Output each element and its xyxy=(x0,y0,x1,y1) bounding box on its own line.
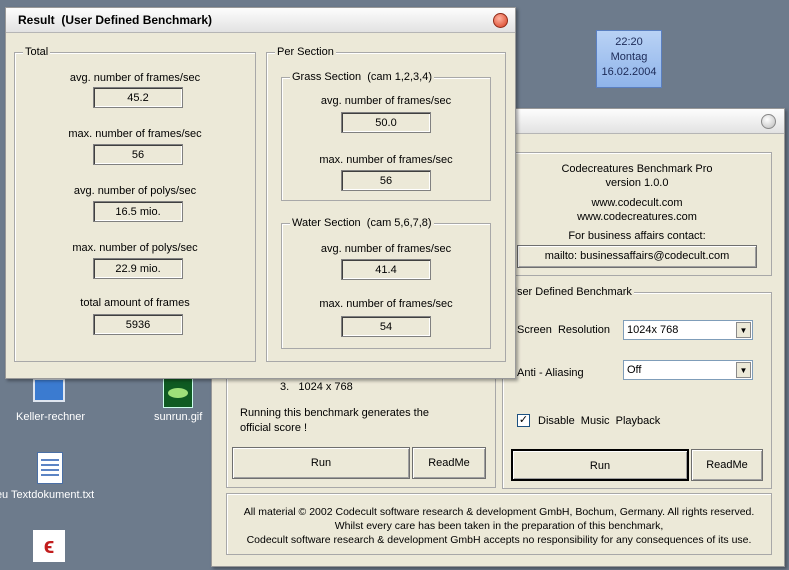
desktop-icon-gif[interactable] xyxy=(163,378,193,408)
screen-resolution-value: 1024x 768 xyxy=(627,324,679,336)
screen-resolution-label: Screen Resolution xyxy=(517,324,610,336)
clock-day: Montag xyxy=(610,51,648,63)
stat-value: 50.0 xyxy=(341,112,431,133)
screen-resolution-select[interactable]: 1024x 768 ▼ xyxy=(623,320,753,340)
desktop-icon-label[interactable]: Keller-rechner xyxy=(16,411,85,423)
stat-label: avg. number of frames/sec xyxy=(320,243,452,255)
url-codecult: www.codecult.com xyxy=(591,197,683,209)
desktop-icon-label[interactable]: Neu Textdokument.txt xyxy=(0,489,94,501)
user-defined-legend: User Defined Benchmark xyxy=(507,286,634,299)
anti-aliasing-select[interactable]: Off ▼ xyxy=(623,360,753,380)
disable-music-label[interactable]: Disable Music Playback xyxy=(538,415,660,427)
resolution-list-item: 3. 1024 x 768 xyxy=(280,381,353,393)
user-defined-group: User Defined Benchmark Screen Resolution… xyxy=(502,286,772,489)
disclaimer-line-2: Codecult software research & development… xyxy=(246,534,752,546)
clock-widget: 22:20 Montag 16.02.2004 xyxy=(596,30,662,88)
stat-label: avg. number of frames/sec xyxy=(320,95,452,107)
anti-aliasing-value: Off xyxy=(627,364,642,376)
window-title: Result (User Defined Benchmark) xyxy=(18,13,213,27)
close-icon[interactable] xyxy=(493,13,508,28)
grass-section-group: Grass Section (cam 1,2,3,4) avg. number … xyxy=(281,71,491,201)
stat-label: max. number of frames/sec xyxy=(319,298,453,310)
standard-benchmark-group: 3. 1024 x 768 Running this benchmark gen… xyxy=(226,378,496,488)
stat-value: 56 xyxy=(93,144,183,165)
stat-label: max. number of polys/sec xyxy=(72,242,198,254)
product-name: Codecreatures Benchmark Pro xyxy=(561,163,713,175)
chevron-down-icon[interactable]: ▼ xyxy=(736,322,751,338)
stat-value: 54 xyxy=(341,316,431,337)
stat-value: 56 xyxy=(341,170,431,191)
stat-label: max. number of frames/sec xyxy=(319,154,453,166)
stat-value: 5936 xyxy=(93,314,183,335)
anti-aliasing-label: Anti - Aliasing xyxy=(517,367,584,379)
copyright-text: All material © 2002 Codecult software re… xyxy=(243,506,755,518)
stat-value: 22.9 mio. xyxy=(93,258,183,279)
footer-group: All material © 2002 Codecult software re… xyxy=(226,493,772,555)
url-codecreatures: www.codecreatures.com xyxy=(577,211,697,223)
contact-label: For business affairs contact: xyxy=(568,230,706,242)
eye-icon xyxy=(168,388,188,398)
run-button-user[interactable]: Run xyxy=(511,449,689,481)
stat-value: 41.4 xyxy=(341,259,431,280)
chevron-down-icon[interactable]: ▼ xyxy=(736,362,751,378)
stat-label: max. number of frames/sec xyxy=(68,128,202,140)
stat-label: avg. number of polys/sec xyxy=(73,185,197,197)
computer-icon xyxy=(33,378,65,402)
per-section-group: Per Section Grass Section (cam 1,2,3,4) … xyxy=(266,46,506,362)
result-window: Result (User Defined Benchmark) Total av… xyxy=(5,7,516,379)
total-legend: Total xyxy=(23,46,51,59)
grass-section-legend: Grass Section (cam 1,2,3,4) xyxy=(290,71,434,84)
per-section-legend: Per Section xyxy=(275,46,336,59)
clock-time: 22:20 xyxy=(615,36,643,48)
product-version: version 1.0.0 xyxy=(605,177,669,189)
text-document-icon[interactable] xyxy=(37,452,63,484)
info-group: Codecreatures Benchmark Pro version 1.0.… xyxy=(502,152,772,276)
clock-date: 16.02.2004 xyxy=(601,66,657,78)
desktop-icon-label[interactable]: sunrun.gif xyxy=(154,411,202,423)
water-section-legend: Water Section (cam 5,6,7,8) xyxy=(290,217,434,230)
total-group: Total avg. number of frames/sec 45.2 max… xyxy=(14,46,256,362)
mailto-button[interactable]: mailto: businessaffairs@codecult.com xyxy=(517,245,757,268)
run-button-standard[interactable]: Run xyxy=(232,447,410,479)
close-icon[interactable] xyxy=(761,114,776,129)
desktop-icon-computer[interactable] xyxy=(30,378,66,404)
stat-label: total amount of frames xyxy=(80,297,190,309)
official-score-note: Running this benchmark generates the off… xyxy=(240,407,429,434)
disclaimer-line-1: Whilst every care has been taken in the … xyxy=(334,520,664,532)
readme-button-user[interactable]: ReadMe xyxy=(691,449,763,481)
stat-label: avg. number of frames/sec xyxy=(69,72,201,84)
result-titlebar[interactable]: Result (User Defined Benchmark) xyxy=(6,8,515,33)
stat-value: 45.2 xyxy=(93,87,183,108)
disable-music-checkbox[interactable]: ✓ xyxy=(517,414,530,427)
water-section-group: Water Section (cam 5,6,7,8) avg. number … xyxy=(281,217,491,349)
app-logo-icon[interactable]: ϵ xyxy=(33,530,65,562)
stat-value: 16.5 mio. xyxy=(93,201,183,222)
readme-button-standard[interactable]: ReadMe xyxy=(412,447,486,479)
